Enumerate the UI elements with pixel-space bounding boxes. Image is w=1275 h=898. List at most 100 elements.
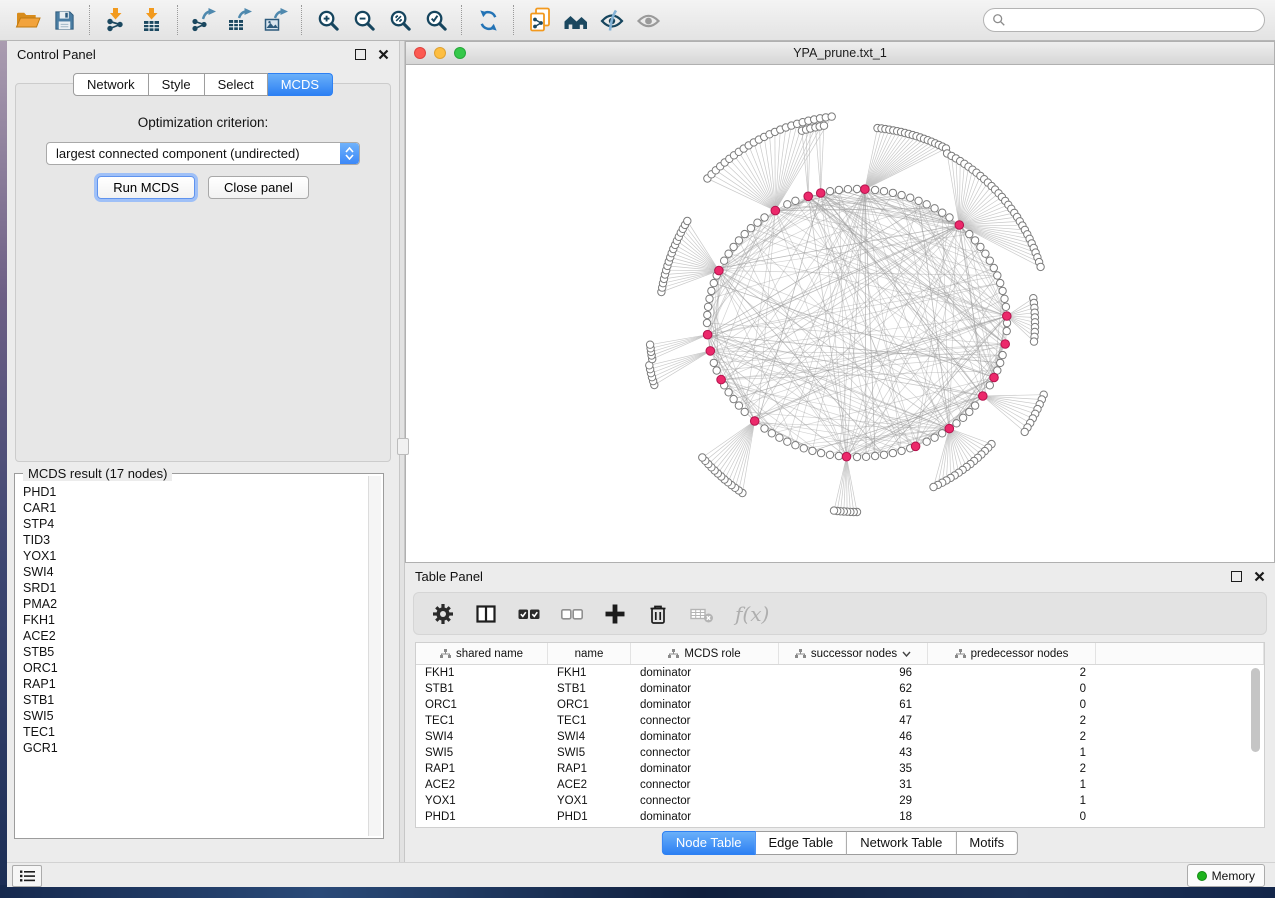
zoom-in-button[interactable]: [310, 2, 346, 38]
mcds-result-item[interactable]: TEC1: [23, 724, 368, 740]
network-canvas[interactable]: [405, 65, 1275, 563]
shared-column-icon: [955, 649, 966, 659]
close-table-panel-icon[interactable]: [1254, 571, 1265, 582]
tab-select[interactable]: Select: [205, 73, 268, 96]
hide-selected-button[interactable]: [594, 2, 630, 38]
table-row[interactable]: SWI5SWI5connector431: [416, 745, 1264, 761]
mcds-result-item[interactable]: SWI4: [23, 564, 368, 580]
first-neighbors-button[interactable]: [558, 2, 594, 38]
table-row[interactable]: SWI4SWI4dominator462: [416, 729, 1264, 745]
mcds-result-item[interactable]: SWI5: [23, 708, 368, 724]
mcds-result-item[interactable]: GCR1: [23, 740, 368, 756]
table-cell: dominator: [631, 681, 779, 697]
save-session-button[interactable]: [46, 2, 82, 38]
mcds-result-item[interactable]: ACE2: [23, 628, 368, 644]
tab-motifs[interactable]: Motifs: [956, 831, 1018, 855]
zoom-selected-button[interactable]: [418, 2, 454, 38]
memory-button[interactable]: Memory: [1187, 864, 1265, 887]
mcds-result-item[interactable]: STB5: [23, 644, 368, 660]
column-header-predecessor-nodes[interactable]: predecessor nodes: [928, 643, 1096, 664]
mcds-result-item[interactable]: TID3: [23, 532, 368, 548]
column-header-shared-name[interactable]: shared name: [416, 643, 548, 664]
search-input[interactable]: [1006, 12, 1256, 28]
table-scrollbar[interactable]: [1251, 668, 1261, 822]
table-row[interactable]: ACE2ACE2connector311: [416, 777, 1264, 793]
table-cell: FKH1: [548, 665, 631, 681]
mcds-result-item[interactable]: RAP1: [23, 676, 368, 692]
toolbar-separator: [177, 5, 179, 35]
shared-column-icon: [795, 649, 806, 659]
export-network-button[interactable]: [186, 2, 222, 38]
tab-network-table[interactable]: Network Table: [847, 831, 956, 855]
mcds-list-scrollbar[interactable]: [368, 476, 381, 836]
mcds-result-item[interactable]: YOX1: [23, 548, 368, 564]
export-table-button[interactable]: [222, 2, 258, 38]
mcds-result-item[interactable]: PMA2: [23, 596, 368, 612]
table-cell: 1: [928, 793, 1096, 809]
deselect-all-icon[interactable]: [561, 603, 583, 625]
open-session-button[interactable]: [10, 2, 46, 38]
refresh-icon: [476, 8, 501, 33]
float-panel-icon[interactable]: [355, 49, 366, 60]
add-column-icon[interactable]: [604, 603, 626, 625]
mcds-result-item[interactable]: PHD1: [23, 484, 368, 500]
network-graph[interactable]: [406, 65, 1274, 561]
import-table-button[interactable]: [134, 2, 170, 38]
delete-column-trash-icon[interactable]: [647, 603, 669, 625]
close-panel-icon[interactable]: [378, 49, 389, 60]
toolbar-search[interactable]: [983, 8, 1265, 32]
network-window-titlebar[interactable]: YPA_prune.txt_1: [405, 41, 1275, 65]
panel-splitter-handle[interactable]: [397, 438, 409, 455]
column-header-MCDS-role[interactable]: MCDS role: [631, 643, 779, 664]
mcds-result-list[interactable]: PHD1CAR1STP4TID3YOX1SWI4SRD1PMA2FKH1ACE2…: [17, 484, 368, 836]
delete-table-icon[interactable]: [690, 603, 714, 625]
mcds-result-item[interactable]: SRD1: [23, 580, 368, 596]
tab-style[interactable]: Style: [149, 73, 205, 96]
import-table-icon: [139, 7, 165, 33]
zoom-fit-button[interactable]: [382, 2, 418, 38]
mcds-result-item[interactable]: FKH1: [23, 612, 368, 628]
table-row[interactable]: PHD1PHD1dominator180: [416, 809, 1264, 825]
table-row[interactable]: RAP1RAP1dominator352: [416, 761, 1264, 777]
mcds-result-item[interactable]: STP4: [23, 516, 368, 532]
select-all-icon[interactable]: [518, 603, 540, 625]
close-window-icon[interactable]: [414, 47, 426, 59]
column-header-name[interactable]: name: [548, 643, 631, 664]
eye-slash-icon: [599, 7, 626, 34]
export-image-button[interactable]: [258, 2, 294, 38]
tab-mcds[interactable]: MCDS: [268, 73, 333, 96]
import-network-button[interactable]: [98, 2, 134, 38]
float-table-panel-icon[interactable]: [1231, 571, 1242, 582]
table-cell: STB1: [416, 681, 548, 697]
show-columns-icon[interactable]: [475, 603, 497, 625]
run-mcds-button[interactable]: Run MCDS: [97, 176, 195, 199]
table-row[interactable]: YOX1YOX1connector291: [416, 793, 1264, 809]
close-panel-button[interactable]: Close panel: [208, 176, 309, 199]
network-view-window: YPA_prune.txt_1: [405, 41, 1275, 563]
table-row[interactable]: TEC1TEC1connector472: [416, 713, 1264, 729]
minimize-window-icon[interactable]: [434, 47, 446, 59]
criterion-dropdown[interactable]: largest connected component (undirected): [46, 142, 360, 165]
function-builder-icon[interactable]: f(x): [735, 602, 769, 626]
zoom-out-button[interactable]: [346, 2, 382, 38]
table-row[interactable]: FKH1FKH1dominator962: [416, 665, 1264, 681]
mcds-result-item[interactable]: ORC1: [23, 660, 368, 676]
table-row[interactable]: ORC1ORC1dominator610: [416, 697, 1264, 713]
table-cell: FKH1: [416, 665, 548, 681]
tab-edge-table[interactable]: Edge Table: [755, 831, 847, 855]
maximize-window-icon[interactable]: [454, 47, 466, 59]
network-from-file-button[interactable]: [522, 2, 558, 38]
column-header-successor-nodes[interactable]: successor nodes: [779, 643, 928, 664]
table-options-gear-icon[interactable]: [432, 603, 454, 625]
tab-node-table[interactable]: Node Table: [662, 831, 756, 855]
mcds-result-item[interactable]: STB1: [23, 692, 368, 708]
table-cell: dominator: [631, 729, 779, 745]
table-cell: RAP1: [548, 761, 631, 777]
show-all-button[interactable]: [630, 2, 666, 38]
tab-network[interactable]: Network: [73, 73, 149, 96]
table-scrollbar-thumb[interactable]: [1251, 668, 1260, 752]
apply-layout-button[interactable]: [470, 2, 506, 38]
mcds-result-item[interactable]: CAR1: [23, 500, 368, 516]
table-row[interactable]: STB1STB1dominator620: [416, 681, 1264, 697]
task-history-button[interactable]: [12, 865, 42, 887]
